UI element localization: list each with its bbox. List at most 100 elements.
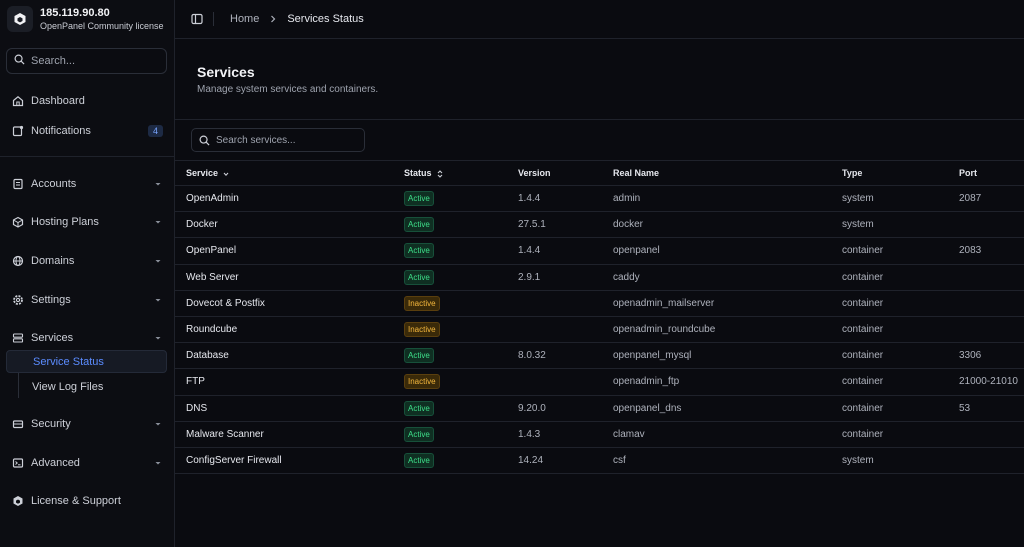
chevron-down-icon [153,458,163,468]
sidebar-item-view-log-files[interactable]: View Log Files [6,375,167,398]
sidebar-toggle-icon[interactable] [191,13,203,25]
cell-port [959,211,1024,239]
cell-status: Active [404,342,518,370]
cell-status: Active [404,421,518,448]
cell-version [518,290,613,317]
status-badge: Active [404,426,434,442]
table-row[interactable]: OpenAdmin Active 1.4.4 admin system 2087 [175,185,1024,213]
cell-port [959,316,1024,344]
sidebar-item-notifications[interactable]: Notifications 4 [0,120,175,142]
cell-version: 8.0.32 [518,342,613,370]
cell-version: 9.20.0 [518,395,613,422]
cell-version: 2.9.1 [518,264,613,291]
column-header-status[interactable]: Status [404,160,518,186]
sort-icon [436,169,444,178]
table-row[interactable]: Roundcube Inactive openadmin_roundcube cont… [175,316,1024,344]
sidebar-item-advanced[interactable]: Advanced [0,452,175,474]
table-row[interactable]: Database Active 8.0.32 openpanel_mysql conta… [175,342,1024,370]
table-row[interactable]: Dovecot & Postfix Inactive openadmin_mails… [175,290,1024,317]
cell-service: Dovecot & Postfix [175,290,404,317]
cell-type: system [842,185,959,213]
cell-type: container [842,316,959,344]
cell-type: container [842,237,959,265]
table-row[interactable]: ConfigServer Firewall Active 14.24 csf syste… [175,447,1024,475]
sidebar-item-hosting-plans[interactable]: Hosting Plans [0,211,175,233]
sidebar-item-settings[interactable]: Settings [0,289,175,311]
breadcrumb-home[interactable]: Home [230,13,259,25]
cell-real-name: docker [613,211,842,239]
table-row[interactable]: Malware Scanner Active 1.4.3 clamav containe… [175,421,1024,448]
column-header-port: Port [959,160,1024,186]
table-row[interactable]: FTP Inactive openadmin_ftp container 21000-2… [175,368,1024,396]
accounts-icon [12,178,24,190]
cell-version: 1.4.4 [518,185,613,213]
cell-status: Active [404,237,518,265]
sidebar-item-label: Settings [31,294,71,306]
services-search[interactable] [191,128,365,152]
cell-service: OpenPanel [175,237,404,265]
column-header-type: Type [842,160,959,186]
sidebar-item-services[interactable]: Services [0,327,175,349]
sidebar-divider [0,156,175,157]
sidebar-item-security[interactable]: Security [0,413,175,435]
column-header-real-name: Real Name [613,160,842,186]
sidebar-item-dashboard[interactable]: Dashboard [0,90,175,112]
sidebar-item-license-support[interactable]: License & Support [0,490,175,512]
status-badge: Active [404,191,434,207]
chevron-down-icon [153,179,163,189]
sidebar-item-accounts[interactable]: Accounts [0,173,175,195]
cell-port: 53 [959,395,1024,422]
cell-version [518,316,613,344]
cell-type: container [842,342,959,370]
cell-version [518,368,613,396]
hosting-plans-icon [12,216,24,228]
cell-type: container [842,368,959,396]
top-bar: Home Services Status [175,0,1024,39]
sidebar-item-domains[interactable]: Domains [0,250,175,272]
table-row[interactable]: Web Server Active 2.9.1 caddy container [175,264,1024,291]
table-header-row: Service Status Version Real Name Type Po… [175,160,1024,186]
cell-real-name: openadmin_mailserver [613,290,842,317]
cell-port [959,290,1024,317]
cell-real-name: openpanel [613,237,842,265]
status-badge: Inactive [404,295,440,311]
sidebar-item-label: Dashboard [31,95,85,107]
table-row[interactable]: Docker Active 27.5.1 docker system [175,211,1024,239]
globe-icon [12,255,24,267]
sidebar-item-label: Services [31,332,74,344]
column-header-service[interactable]: Service [175,160,404,186]
cell-real-name: openpanel_dns [613,395,842,422]
table-row[interactable]: DNS Active 9.20.0 openpanel_dns container 53 [175,395,1024,422]
license-label: OpenPanel Community license [40,20,164,31]
terminal-icon [12,457,24,469]
table-row[interactable]: OpenPanel Active 1.4.4 openpanel container 20… [175,237,1024,265]
cell-real-name: clamav [613,421,842,448]
home-icon [12,95,24,107]
cell-status: Inactive [404,368,518,396]
search-icon [14,54,25,68]
status-badge: Active [404,243,434,259]
cell-real-name: openpanel_mysql [613,342,842,370]
services-search-input[interactable] [216,134,356,146]
cell-version: 1.4.4 [518,237,613,265]
chevron-down-icon [153,256,163,266]
cell-type: container [842,290,959,317]
cell-port [959,264,1024,291]
cell-version: 14.24 [518,447,613,475]
status-badge: Inactive [404,322,440,338]
brand[interactable]: 185.119.90.80 OpenPanel Community licens… [0,0,174,38]
cell-port: 3306 [959,342,1024,370]
sidebar-item-service-status[interactable]: Service Status [6,350,167,373]
cell-service: Web Server [175,264,404,291]
status-badge: Active [404,400,434,416]
sidebar-search-input[interactable] [31,55,151,67]
topbar-separator [213,12,214,26]
cell-type: container [842,421,959,448]
cell-version: 1.4.3 [518,421,613,448]
sidebar-search[interactable] [6,48,167,74]
cell-port [959,447,1024,475]
services-icon [12,332,24,344]
cell-service: Docker [175,211,404,239]
cell-service: ConfigServer Firewall [175,447,404,475]
cell-real-name: openadmin_roundcube [613,316,842,344]
